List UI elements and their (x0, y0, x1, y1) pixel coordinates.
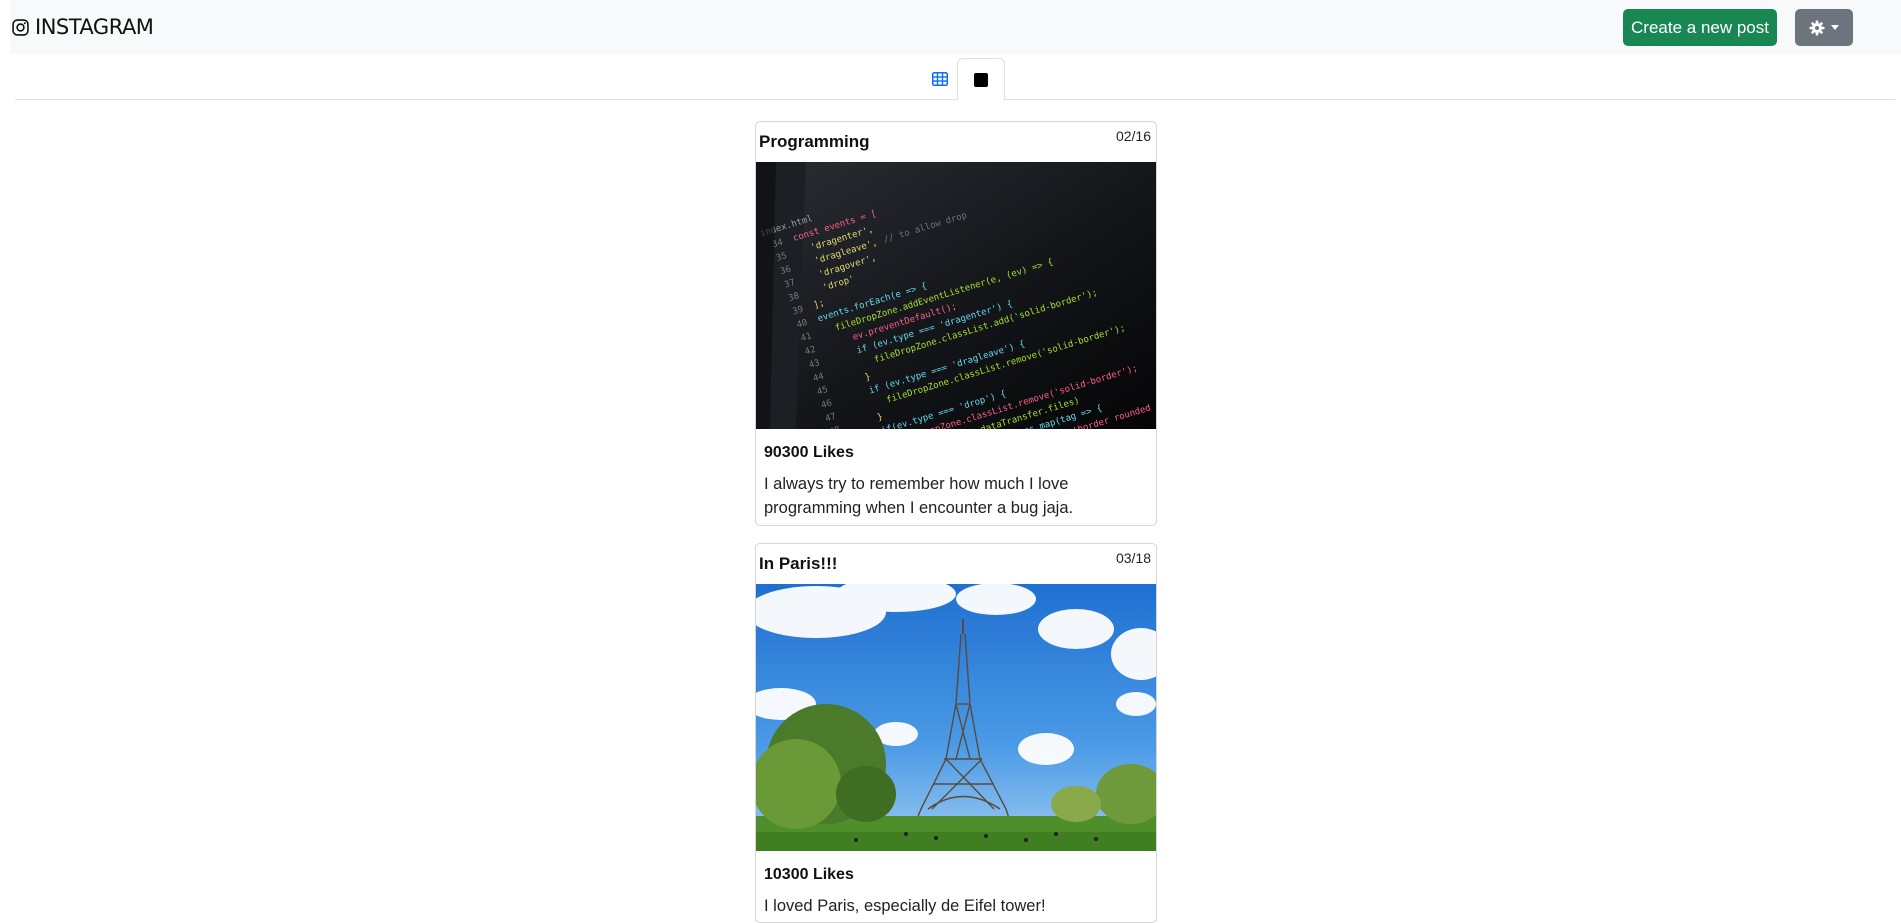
square-icon (974, 72, 988, 87)
post-card: Programming 02/16 index.html 34 const eve… (755, 121, 1157, 526)
post-caption: I always try to remember how much I love… (764, 475, 1074, 517)
post-title: Programming (759, 132, 870, 151)
brand-name: INSTAGRAM (35, 15, 154, 39)
post-title: In Paris!!! (759, 554, 838, 573)
instagram-icon (12, 18, 29, 36)
post-image-eiffel-tower (756, 584, 1156, 851)
post-card: In Paris!!! 03/18 10300 Likes I loved Pa… (755, 543, 1157, 923)
settings-dropdown-button[interactable] (1795, 9, 1853, 46)
brand[interactable]: INSTAGRAM (12, 14, 154, 40)
post-date: 02/16 (1115, 128, 1151, 144)
chevron-down-icon (1831, 25, 1839, 30)
navbar: INSTAGRAM Create a new post (10, 0, 1901, 54)
gear-icon (1809, 20, 1825, 35)
post-caption: I loved Paris, especially de Eifel tower… (764, 897, 1046, 915)
create-post-button[interactable]: Create a new post (1623, 9, 1777, 46)
post-image-code: index.html 34const events = [ 35'dragent… (756, 162, 1156, 429)
post-date: 03/18 (1115, 550, 1151, 566)
post-likes: 90300 Likes (764, 444, 854, 461)
view-tabs (15, 58, 1895, 101)
tab-single-view[interactable] (957, 58, 1005, 101)
post-likes: 10300 Likes (764, 866, 854, 883)
grid-icon (932, 72, 948, 86)
